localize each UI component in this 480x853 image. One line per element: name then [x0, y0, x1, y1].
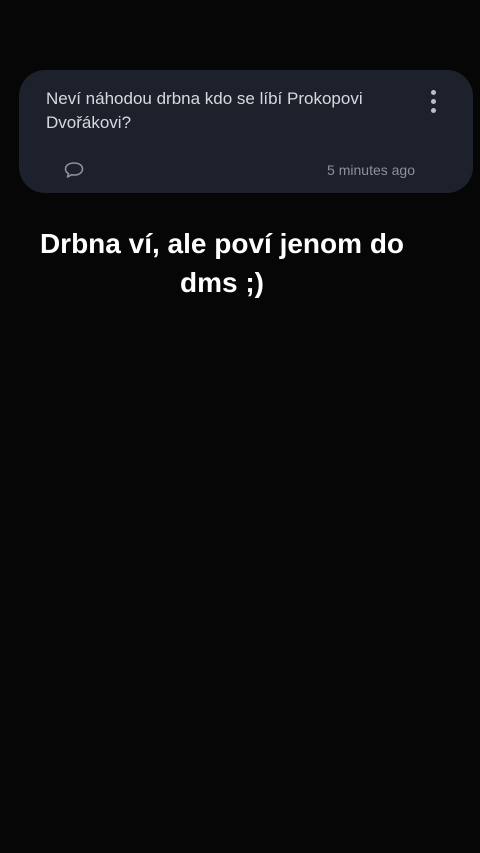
question-card[interactable]: Neví náhodou drbna kdo se líbí Prokopovi… [19, 70, 473, 193]
comment-bubble-icon [64, 162, 84, 178]
reply-line-2: dms ;) [180, 267, 264, 298]
reply-line-1: Drbna ví, ale poví jenom do [39, 228, 405, 259]
more-options-button[interactable] [421, 86, 445, 116]
comment-button[interactable] [63, 160, 85, 180]
more-vertical-icon [430, 98, 436, 104]
more-vertical-icon [430, 89, 436, 95]
timestamp: 5 minutes ago [327, 162, 415, 178]
more-vertical-icon [430, 107, 436, 113]
reply-caption: Drbna ví, ale poví jenom do dms ;) [0, 224, 444, 302]
question-text: Neví náhodou drbna kdo se líbí Prokopovi… [46, 89, 363, 132]
